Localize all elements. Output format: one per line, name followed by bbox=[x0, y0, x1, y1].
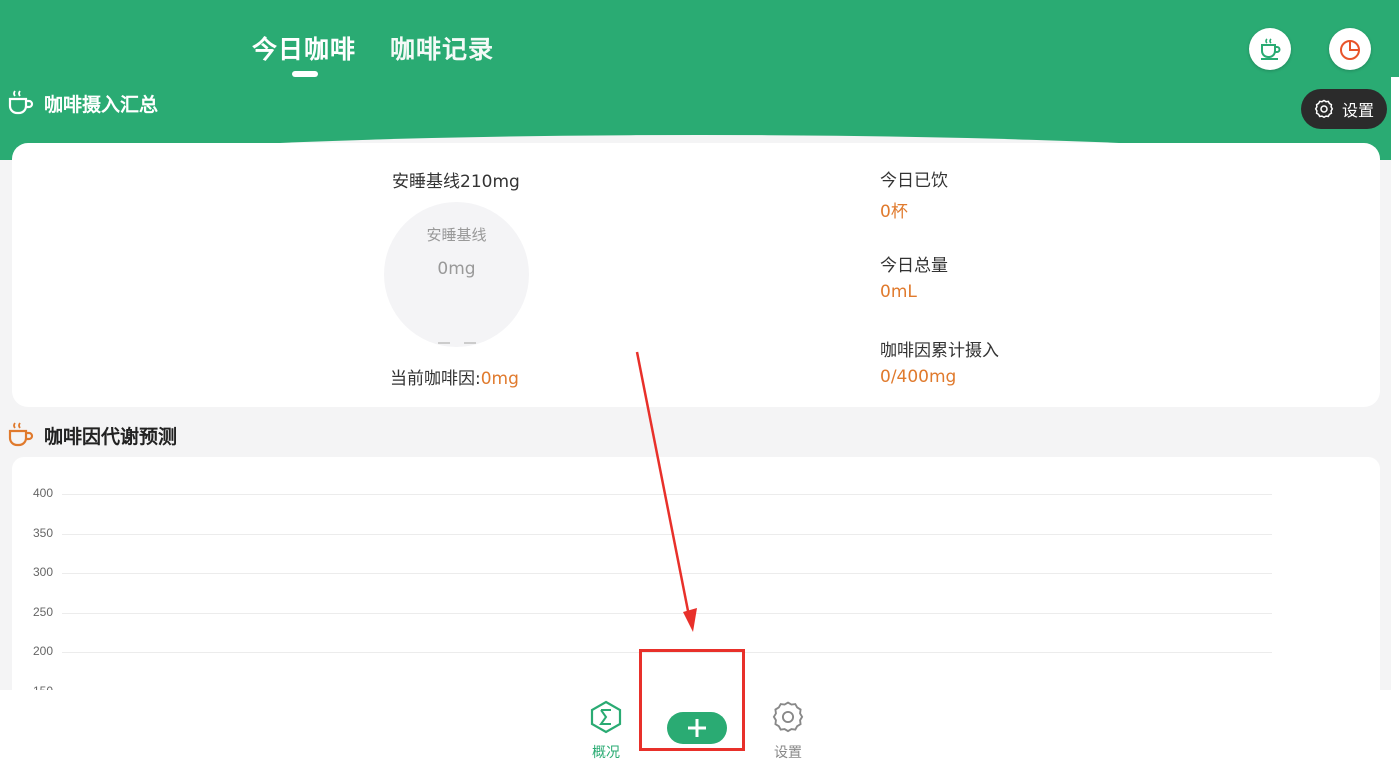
annotation-arrow bbox=[635, 351, 697, 632]
